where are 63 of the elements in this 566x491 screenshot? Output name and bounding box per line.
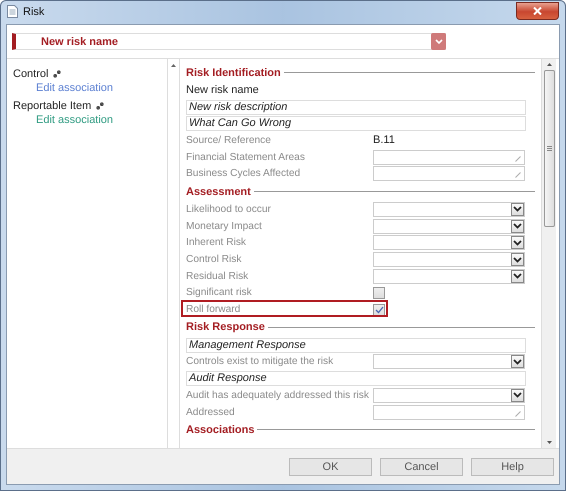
field-label: Source/ Reference	[186, 134, 272, 146]
field-label: Audit has adequately addressed this risk	[186, 390, 370, 401]
link-icon	[96, 102, 104, 110]
pencil-icon	[515, 410, 524, 419]
dialog-button[interactable]: Cancel	[380, 458, 463, 476]
chevron-down-icon	[513, 273, 522, 280]
field-label: Business Cycles Affected	[186, 168, 302, 180]
text-field[interactable]: What Can Go Wrong	[186, 116, 526, 132]
field-label: Residual Risk	[186, 270, 250, 282]
field-label: Addressed	[186, 406, 236, 418]
field-label: Control Risk	[186, 254, 242, 266]
text-field[interactable]: Audit Response	[186, 371, 526, 386]
field-label: Monetary Impact	[186, 220, 263, 232]
document-icon	[7, 5, 18, 18]
dropdown[interactable]	[373, 388, 525, 403]
checkbox[interactable]	[373, 286, 385, 299]
field-label: Inherent Risk	[186, 237, 248, 248]
chevron-down-icon	[513, 240, 522, 246]
dialog-button[interactable]: Help	[471, 458, 554, 476]
grip-icon	[546, 146, 552, 151]
dropdown[interactable]	[373, 354, 525, 370]
dropdown[interactable]	[373, 252, 525, 268]
chevron-down-icon	[513, 358, 522, 365]
dropdown[interactable]	[373, 202, 525, 217]
text-field[interactable]	[373, 166, 525, 182]
scroll-down-icon[interactable]	[546, 441, 552, 444]
chevron-down-icon	[513, 206, 522, 212]
chevron-down-icon	[513, 392, 522, 398]
dropdown-icon[interactable]	[431, 33, 446, 50]
field-label: Significant risk	[186, 287, 253, 298]
field-label: Controls exist to mitigate the risk	[186, 356, 334, 368]
chevron-down-icon	[513, 223, 522, 230]
link-icon	[53, 70, 62, 78]
check-icon	[374, 306, 384, 314]
close-button[interactable]	[516, 2, 559, 20]
text-field[interactable]: Management Response	[186, 338, 526, 353]
window-title: Risk	[23, 6, 46, 18]
chevron-down-icon	[513, 256, 522, 263]
scroll-up-icon[interactable]	[546, 63, 552, 66]
dropdown[interactable]	[373, 218, 525, 234]
association-label: Reportable Item	[13, 100, 92, 112]
text-field[interactable]: New risk description	[186, 100, 526, 115]
scroll-up-icon[interactable]	[171, 64, 176, 67]
field-label: Financial Statement Areas	[186, 152, 306, 163]
scroll-thumb[interactable]	[544, 70, 554, 227]
section-title: Risk Response	[186, 321, 266, 334]
close-icon	[533, 7, 542, 15]
association-label: Control	[13, 68, 48, 80]
field-label: New risk name	[186, 84, 259, 96]
section-title: Assessment	[186, 186, 252, 198]
text-field[interactable]	[373, 404, 525, 420]
field-value: B.11	[373, 134, 395, 146]
field-label: Likelihood to occur	[186, 204, 272, 215]
dropdown[interactable]	[373, 235, 525, 250]
name-field[interactable]: New risk name	[12, 33, 446, 50]
field-label: Roll forward	[186, 304, 242, 316]
section-title: Risk Identification	[186, 66, 282, 78]
edit-association-link[interactable]: Edit association	[13, 82, 167, 94]
dropdown[interactable]	[373, 268, 525, 284]
dialog-button[interactable]: OK	[289, 458, 372, 476]
checkbox[interactable]	[373, 304, 385, 316]
text-field[interactable]	[373, 150, 525, 165]
section-title: Associations	[186, 424, 256, 436]
